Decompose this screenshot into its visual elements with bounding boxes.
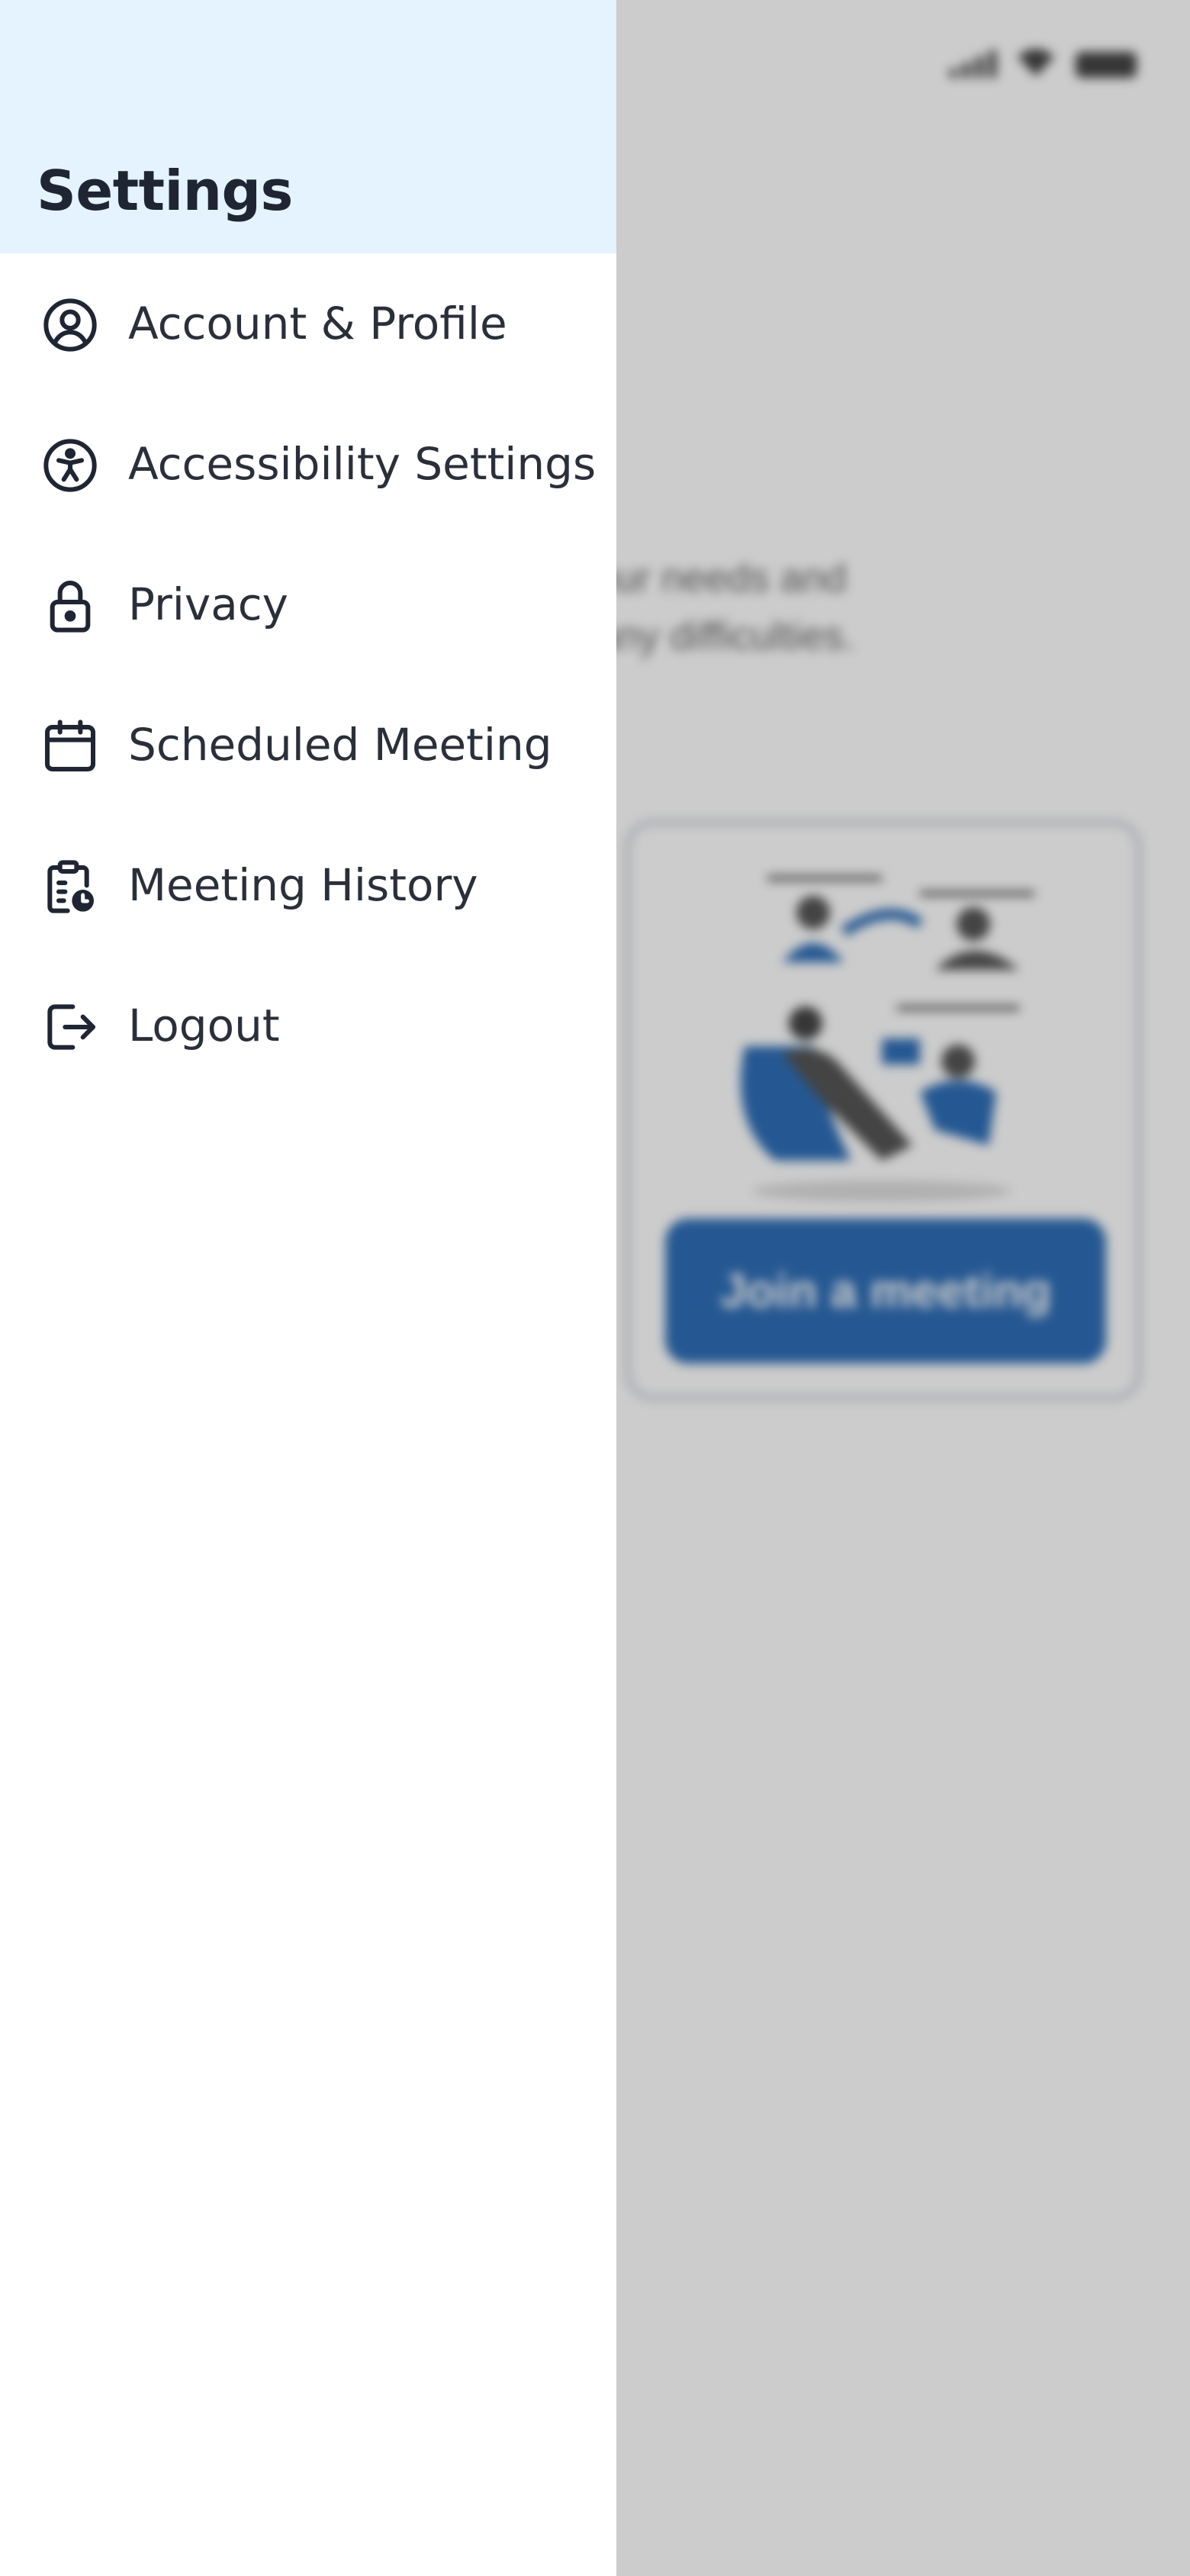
menu-item-scheduled-meeting[interactable]: Scheduled Meeting (0, 675, 616, 815)
menu-item-label: Scheduled Meeting (128, 719, 552, 771)
logout-icon (40, 997, 101, 1058)
menu-item-label: Accessibility Settings (128, 438, 597, 490)
menu-item-label: Meeting History (128, 859, 478, 911)
menu-item-meeting-history[interactable]: Meeting History (0, 815, 616, 955)
menu-item-label: Logout (128, 1000, 280, 1051)
clipboard-clock-icon (40, 856, 101, 917)
calendar-icon (40, 716, 101, 777)
accessibility-icon (40, 435, 101, 496)
drawer-title: Settings (37, 159, 293, 223)
menu-item-account-profile[interactable]: Account & Profile (0, 253, 616, 394)
menu-item-privacy[interactable]: Privacy (0, 534, 616, 675)
menu-item-label: Account & Profile (128, 298, 507, 349)
settings-menu: Account & Profile Accessibility Settings (0, 253, 616, 1096)
lock-icon (40, 575, 101, 636)
drawer-header: Settings (0, 0, 616, 253)
user-circle-icon (40, 295, 101, 356)
settings-drawer: Settings Account & Profile Accessibility… (0, 0, 616, 2576)
menu-item-logout[interactable]: Logout (0, 955, 616, 1096)
menu-item-label: Privacy (128, 578, 288, 630)
menu-item-accessibility-settings[interactable]: Accessibility Settings (0, 394, 616, 534)
